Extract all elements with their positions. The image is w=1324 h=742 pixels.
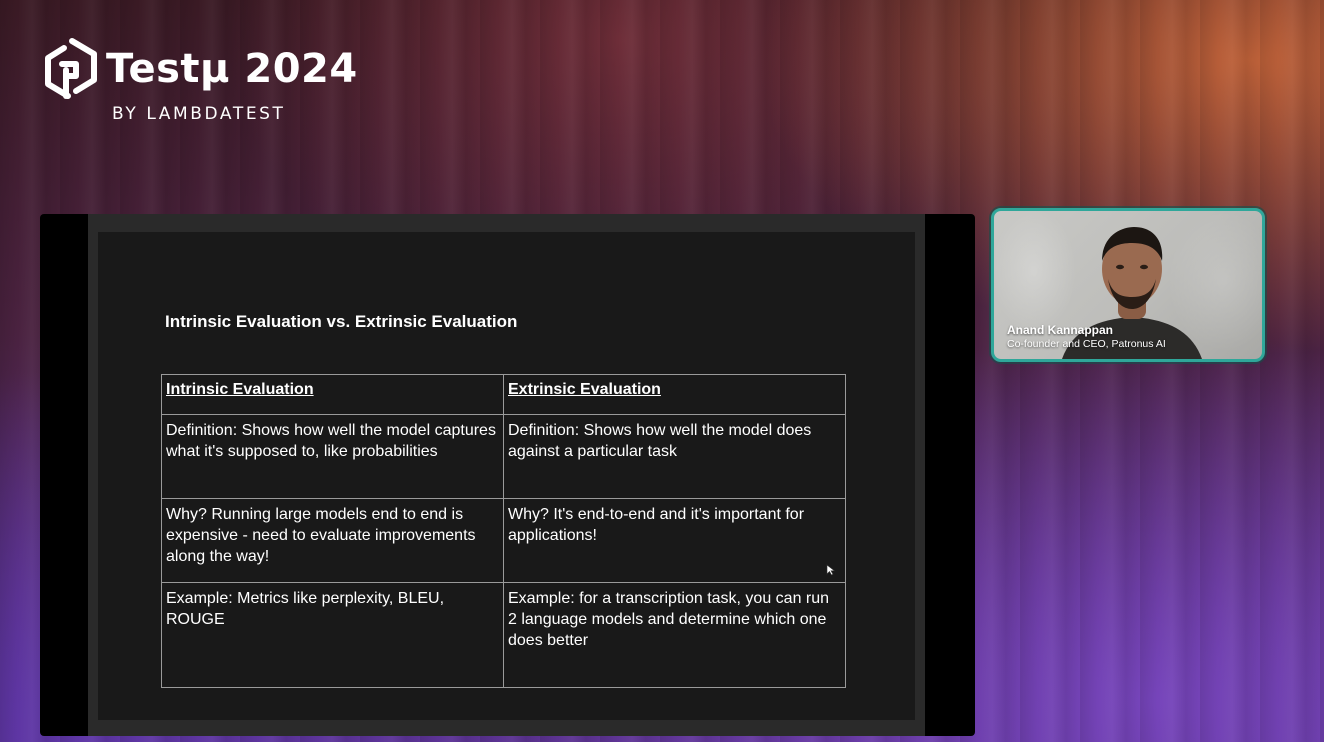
lambdatest-logo-icon: [45, 38, 97, 99]
table-row-example: Example: Metrics like perplexity, BLEU, …: [161, 582, 846, 688]
presenter-role: Co-founder and CEO, Patronus AI: [1007, 338, 1166, 350]
brand-header: Testμ 2024 BY LAMBDATEST: [42, 36, 358, 124]
table-row-definition: Definition: Shows how well the model cap…: [161, 414, 846, 499]
table-cell: Definition: Shows how well the model cap…: [161, 414, 504, 499]
presentation-slide: Intrinsic Evaluation vs. Extrinsic Evalu…: [98, 232, 915, 720]
presenter-name: Anand Kannappan: [1007, 323, 1114, 337]
table-cell: Example: for a transcription task, you c…: [503, 582, 846, 688]
table-cell: Example: Metrics like perplexity, BLEU, …: [161, 582, 504, 688]
mouse-pointer-icon: [826, 564, 836, 576]
brand-name: Testμ 2024: [106, 46, 358, 92]
shared-screen: Intrinsic Evaluation vs. Extrinsic Evalu…: [40, 214, 975, 736]
table-cell: Why? Running large models end to end is …: [161, 498, 504, 583]
shared-screen-content: Intrinsic Evaluation vs. Extrinsic Evalu…: [88, 214, 925, 736]
presenter-webcam: Anand Kannappan Co-founder and CEO, Patr…: [991, 208, 1265, 362]
slide-title: Intrinsic Evaluation vs. Extrinsic Evalu…: [165, 312, 518, 331]
comparison-table: Intrinsic Evaluation Extrinsic Evaluatio…: [161, 374, 846, 688]
brand-subtitle: BY LAMBDATEST: [112, 104, 286, 124]
header-extrinsic: Extrinsic Evaluation: [503, 374, 846, 415]
table-header-row: Intrinsic Evaluation Extrinsic Evaluatio…: [161, 374, 846, 415]
header-intrinsic: Intrinsic Evaluation: [161, 374, 504, 415]
table-cell: Definition: Shows how well the model doe…: [503, 414, 846, 499]
table-row-why: Why? Running large models end to end is …: [161, 498, 846, 583]
table-cell: Why? It's end-to-end and it's important …: [503, 498, 846, 583]
